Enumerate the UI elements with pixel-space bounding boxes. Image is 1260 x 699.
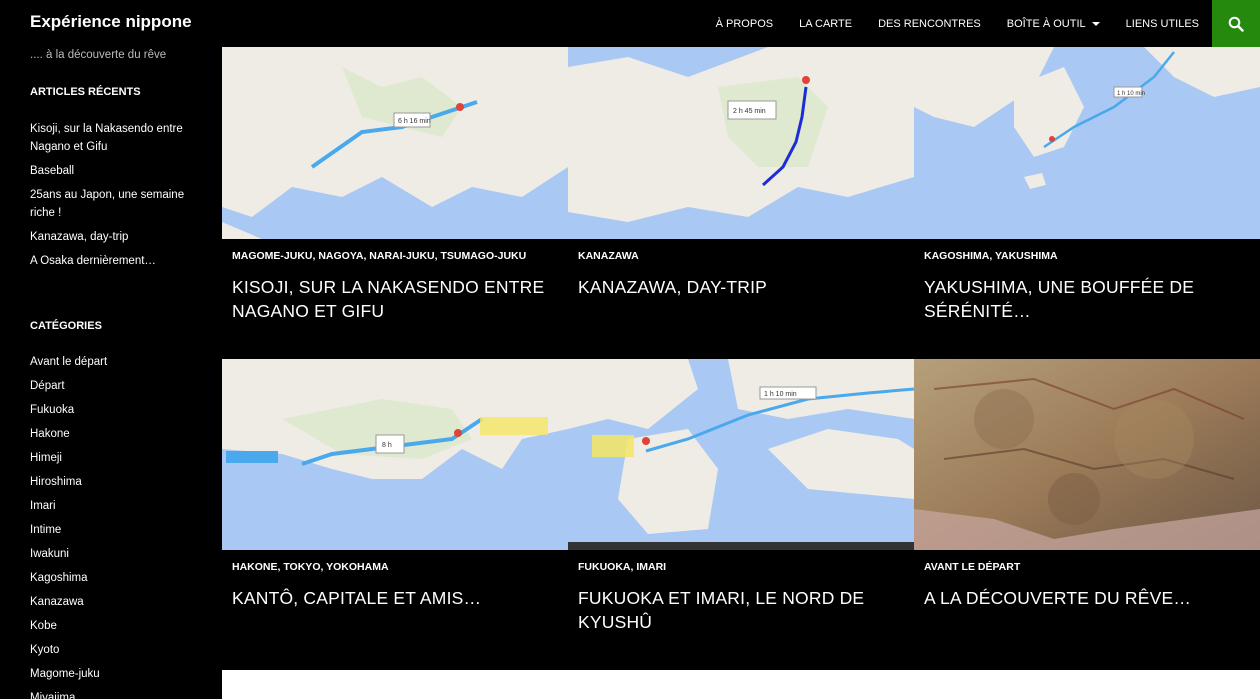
map-duration-label: 1 h 10 min bbox=[1117, 91, 1145, 97]
category-link[interactable]: Hakone bbox=[30, 425, 190, 443]
post-thumbnail-map[interactable]: 1 h 10 min bbox=[568, 359, 914, 550]
post-title[interactable]: A la découverte du rêve… bbox=[924, 586, 1244, 610]
recent-post-link[interactable]: Kisoji, sur la Nakasendo entre Nagano et… bbox=[30, 120, 190, 156]
nav-item-des-rencontres[interactable]: Des rencontres bbox=[865, 18, 994, 30]
search-button[interactable] bbox=[1212, 0, 1260, 47]
posts-grid: 6 h 16 min Magome-juku, Nagoya, Narai-ju… bbox=[222, 47, 1260, 670]
post-title[interactable]: Kanazawa, day-trip bbox=[578, 275, 898, 299]
post-thumbnail-map[interactable]: 2 h 45 min bbox=[568, 47, 914, 239]
category-link[interactable]: Imari bbox=[30, 497, 190, 515]
category-link[interactable]: Miyajima bbox=[30, 689, 190, 699]
post-title[interactable]: Fukuoka et Imari, le nord de Kyushû bbox=[578, 586, 898, 634]
search-icon bbox=[1228, 16, 1244, 32]
chevron-down-icon bbox=[1091, 21, 1100, 26]
post-card: 8 h Hakone, Tokyo, Yokohama Kantô, capit… bbox=[222, 359, 568, 670]
site-tagline: .... à la découverte du rêve bbox=[30, 49, 167, 61]
nav-item-la-carte[interactable]: La carte bbox=[786, 18, 865, 30]
nav-label: Liens utiles bbox=[1125, 17, 1199, 30]
recent-post-link[interactable]: Kanazawa, day-trip bbox=[30, 228, 190, 246]
map-duration-label: 1 h 10 min bbox=[764, 391, 797, 398]
category-link[interactable]: Hiroshima bbox=[30, 473, 190, 491]
post-thumbnail-map[interactable]: 8 h bbox=[222, 359, 568, 550]
post-card: 2 h 45 min Kanazawa Kanazawa, day-trip bbox=[568, 47, 914, 358]
post-categories[interactable]: Magome-juku, Nagoya, Narai-juku, Tsumago… bbox=[232, 250, 526, 262]
post-categories[interactable]: Kagoshima, Yakushima bbox=[924, 250, 1058, 262]
post-categories[interactable]: Fukuoka, Imari bbox=[578, 561, 666, 573]
post-card: 1 h 10 min Kagoshima, Yakushima Yakushim… bbox=[914, 47, 1260, 358]
nav-item-boite-a-outil[interactable]: Boîte à outil bbox=[994, 18, 1113, 30]
post-thumbnail-vintage-map[interactable] bbox=[914, 359, 1260, 550]
nav-item-a-propos[interactable]: À propos bbox=[703, 18, 786, 30]
category-link[interactable]: Kagoshima bbox=[30, 569, 190, 587]
post-categories[interactable]: Hakone, Tokyo, Yokohama bbox=[232, 561, 389, 573]
site-header: Expérience nippone À propos La carte Des… bbox=[0, 0, 1260, 47]
recent-post-link[interactable]: 25ans au Japon, une semaine riche ! bbox=[30, 186, 190, 222]
recent-posts-title: Articles récents bbox=[30, 86, 141, 98]
nav-label: Boîte à outil bbox=[1006, 17, 1086, 30]
primary-nav: À propos La carte Des rencontres Boîte à… bbox=[703, 0, 1212, 47]
site-title[interactable]: Expérience nippone bbox=[30, 12, 192, 32]
post-thumbnail-map[interactable]: 1 h 10 min bbox=[914, 47, 1260, 239]
post-card: Avant le départ A la découverte du rêve… bbox=[914, 359, 1260, 670]
nav-label: La carte bbox=[799, 17, 853, 30]
nav-item-liens-utiles[interactable]: Liens utiles bbox=[1113, 18, 1212, 30]
post-categories[interactable]: Avant le départ bbox=[924, 561, 1020, 573]
post-title[interactable]: Kisoji, sur la Nakasendo entre Nagano et… bbox=[232, 275, 552, 323]
content-footer bbox=[222, 670, 1260, 699]
categories-list: Avant le départ Départ Fukuoka Hakone Hi… bbox=[30, 353, 190, 699]
post-card: 6 h 16 min Magome-juku, Nagoya, Narai-ju… bbox=[222, 47, 568, 358]
recent-posts-list: Kisoji, sur la Nakasendo entre Nagano et… bbox=[30, 120, 190, 276]
map-duration-label: 6 h 16 min bbox=[398, 118, 431, 125]
post-title[interactable]: Kantô, capitale et amis… bbox=[232, 586, 552, 610]
post-categories[interactable]: Kanazawa bbox=[578, 250, 639, 262]
map-duration-label: 2 h 45 min bbox=[733, 108, 766, 115]
category-link[interactable]: Magome-juku bbox=[30, 665, 190, 683]
categories-title: Catégories bbox=[30, 320, 102, 332]
category-link[interactable]: Départ bbox=[30, 377, 190, 395]
sidebar: .... à la découverte du rêve Articles ré… bbox=[0, 47, 222, 699]
map-duration-label: 8 h bbox=[382, 442, 392, 449]
category-link[interactable]: Kobe bbox=[30, 617, 190, 635]
category-link[interactable]: Intime bbox=[30, 521, 190, 539]
category-link[interactable]: Iwakuni bbox=[30, 545, 190, 563]
post-title[interactable]: Yakushima, une bouffée de sérénité… bbox=[924, 275, 1244, 323]
category-link[interactable]: Avant le départ bbox=[30, 353, 190, 371]
nav-label: Des rencontres bbox=[878, 17, 981, 30]
category-link[interactable]: Himeji bbox=[30, 449, 190, 467]
recent-post-link[interactable]: A Osaka dernièrement… bbox=[30, 252, 190, 270]
recent-post-link[interactable]: Baseball bbox=[30, 162, 190, 180]
nav-label: À propos bbox=[715, 17, 774, 30]
category-link[interactable]: Kyoto bbox=[30, 641, 190, 659]
category-link[interactable]: Kanazawa bbox=[30, 593, 190, 611]
post-card: 1 h 10 min Fukuoka, Imari Fukuoka et Ima… bbox=[568, 359, 914, 670]
category-link[interactable]: Fukuoka bbox=[30, 401, 190, 419]
post-thumbnail-map[interactable]: 6 h 16 min bbox=[222, 47, 568, 239]
